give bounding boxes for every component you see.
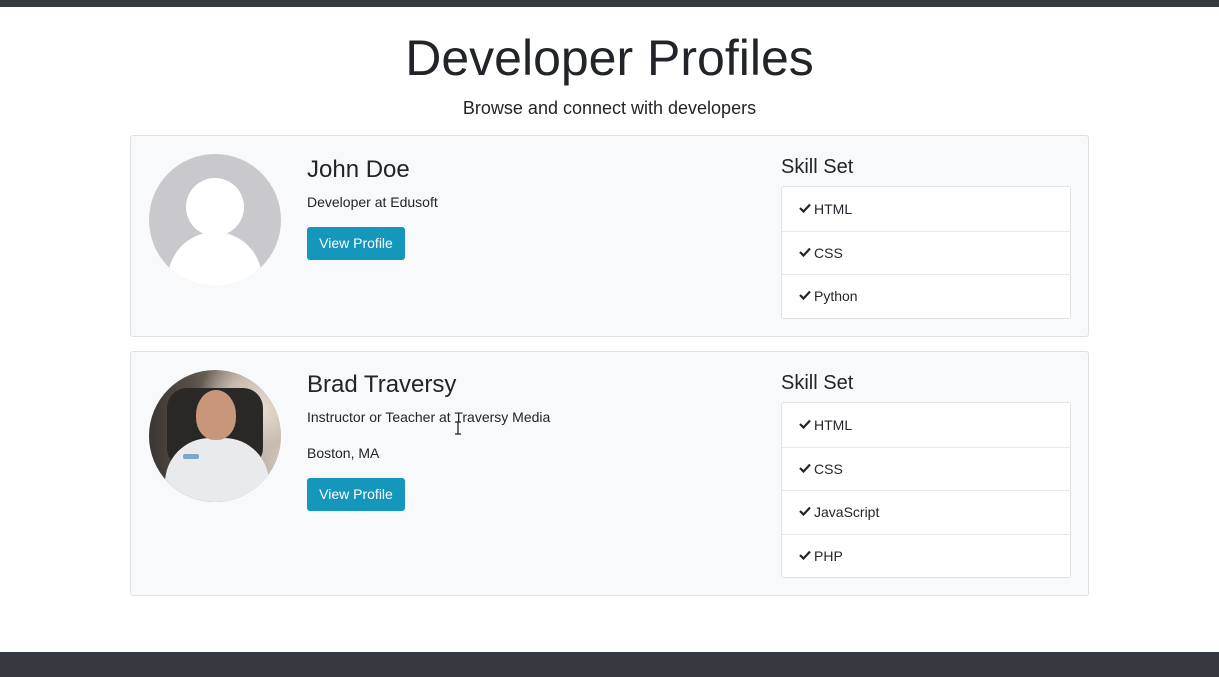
check-icon bbox=[799, 550, 811, 560]
skill-item: CSS bbox=[782, 446, 1070, 491]
check-icon bbox=[799, 506, 811, 517]
skill-set-title: Skill Set bbox=[781, 156, 854, 178]
check-icon bbox=[799, 290, 811, 301]
profile-card: John Doe Developer at Edusoft View Profi… bbox=[130, 135, 1089, 337]
top-navbar bbox=[0, 0, 1219, 7]
skill-item: HTML bbox=[782, 403, 1070, 447]
view-profile-button[interactable]: View Profile bbox=[307, 478, 405, 511]
developer-location: Boston, MA bbox=[307, 445, 380, 461]
check-icon bbox=[799, 247, 811, 257]
view-profile-button[interactable]: View Profile bbox=[307, 227, 405, 260]
skill-item: JavaScript bbox=[782, 490, 1070, 534]
skill-set-title: Skill Set bbox=[781, 372, 854, 394]
developer-name: Brad Traversy bbox=[307, 371, 457, 398]
skill-item: Python bbox=[782, 274, 1070, 318]
photo-face bbox=[196, 390, 236, 440]
default-user-body bbox=[168, 232, 262, 286]
skill-label: CSS bbox=[814, 244, 843, 261]
skill-label: Python bbox=[814, 288, 858, 305]
check-icon bbox=[799, 203, 811, 213]
skill-label: HTML bbox=[814, 200, 853, 217]
developer-role: Developer at Edusoft bbox=[307, 194, 438, 210]
default-user-head bbox=[186, 178, 244, 236]
check-icon bbox=[799, 419, 811, 429]
profile-card: Brad Traversy Instructor or Teacher at T… bbox=[130, 351, 1089, 596]
avatar bbox=[149, 154, 281, 286]
skill-item: PHP bbox=[782, 533, 1070, 578]
check-icon bbox=[799, 463, 811, 473]
developer-role: Instructor or Teacher at Traversy Media bbox=[307, 409, 551, 425]
skill-list: HTML CSS Python bbox=[781, 186, 1071, 319]
footer bbox=[0, 652, 1219, 677]
skill-label: JavaScript bbox=[814, 504, 880, 521]
developer-name: John Doe bbox=[307, 156, 410, 183]
text-cursor-icon bbox=[454, 421, 462, 435]
photo-shirt-logo bbox=[183, 454, 199, 459]
avatar bbox=[149, 370, 281, 502]
skill-label: CSS bbox=[814, 460, 843, 477]
page-subtitle: Browse and connect with developers bbox=[462, 98, 757, 118]
skill-list: HTML CSS JavaScript PHP bbox=[781, 402, 1071, 578]
skill-item: CSS bbox=[782, 230, 1070, 275]
skill-label: HTML bbox=[814, 416, 853, 433]
skill-label: PHP bbox=[814, 547, 843, 564]
page-title: Developer Profiles bbox=[405, 30, 814, 86]
skill-item: HTML bbox=[782, 187, 1070, 231]
